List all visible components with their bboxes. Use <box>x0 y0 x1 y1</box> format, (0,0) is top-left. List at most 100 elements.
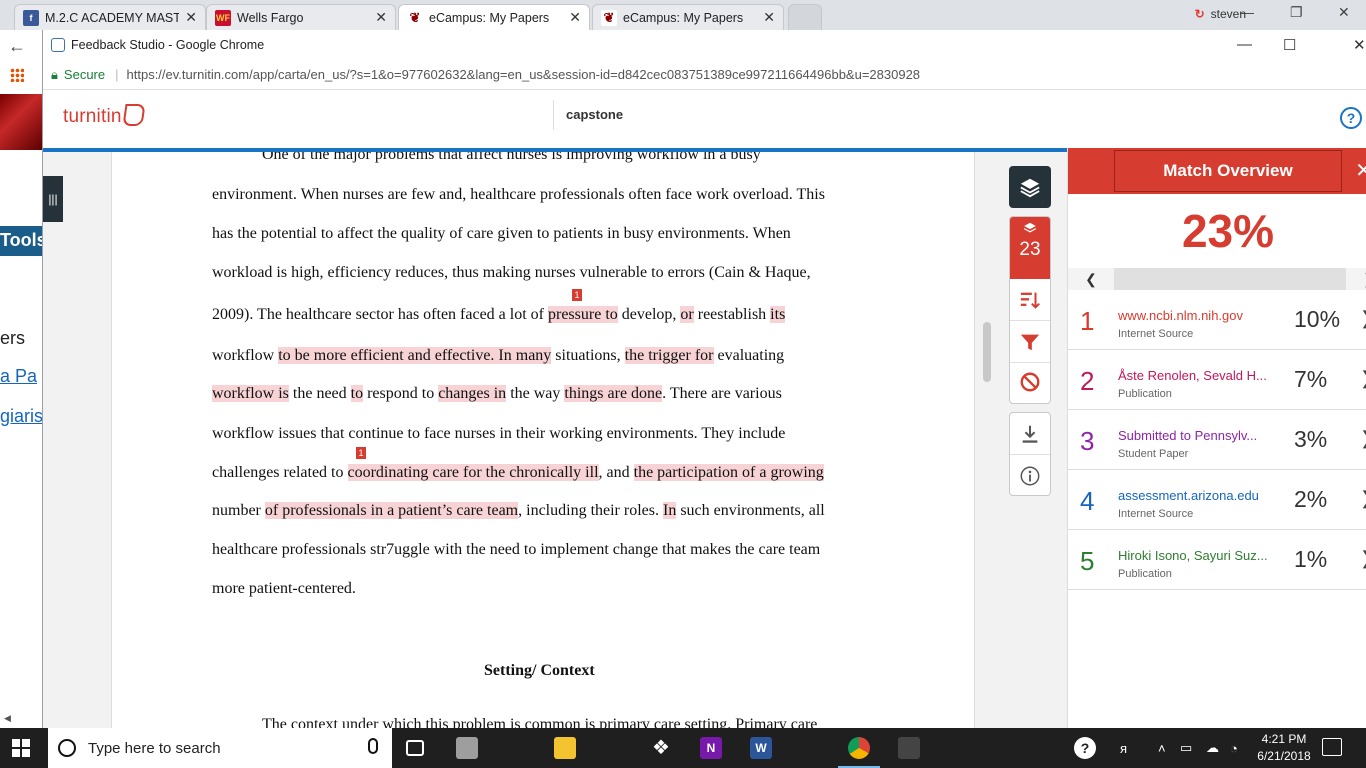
windows-taskbar: Type here to search ❖ N W ? ᴙ ˄ ▭ ☁ ◔ 4:… <box>0 728 1366 768</box>
document-line: healthcare professionals str7uggle with … <box>212 541 821 558</box>
match-highlight[interactable]: coordinating care for the chronically il… <box>347 464 599 481</box>
help-tray-icon[interactable]: ? <box>1074 737 1096 759</box>
tools-header: Tools <box>0 226 42 256</box>
layers-button[interactable] <box>1009 166 1051 208</box>
microphone-icon[interactable] <box>368 738 378 754</box>
apps-grid-icon[interactable] <box>10 68 24 82</box>
match-highlight[interactable]: or <box>680 306 694 323</box>
match-tag[interactable]: 1 <box>356 447 366 459</box>
chevron-right-icon[interactable]: ❯ <box>1360 488 1366 509</box>
app-icon[interactable] <box>898 737 920 759</box>
close-tab-icon[interactable]: ✕ <box>185 9 197 26</box>
address-bar[interactable]: 🔒︎ Secure | https://ev.turnitin.com/app/… <box>43 60 1366 90</box>
help-icon[interactable]: ? <box>1340 107 1362 129</box>
match-highlight[interactable]: the participation of a growing <box>633 464 824 481</box>
file-explorer-icon[interactable] <box>554 737 576 759</box>
match-highlight[interactable]: In <box>662 502 677 519</box>
feedback-studio-icon <box>51 38 65 52</box>
match-item[interactable]: 5 Hiroki Isono, Sayuri Suz... Publicatio… <box>1068 530 1366 590</box>
document-scrollbar[interactable] <box>983 322 991 382</box>
match-highlight[interactable]: pressure to <box>548 306 618 323</box>
profile-chip[interactable]: ↻ steven <box>1195 7 1246 21</box>
chevron-right-icon[interactable]: ❯ <box>1360 428 1366 449</box>
minimize-icon[interactable]: — <box>1240 4 1254 20</box>
close-window-icon[interactable]: ✕ <box>1353 36 1366 54</box>
match-highlight[interactable]: to <box>350 385 364 402</box>
info-button[interactable] <box>1010 455 1050 497</box>
close-panel-icon[interactable]: ✕ <box>1355 158 1366 183</box>
page-link-fragment[interactable]: a Pa <box>0 366 37 387</box>
clock-date: 6/21/2018 <box>1257 749 1311 763</box>
ecampus-icon: ❦ <box>601 9 617 26</box>
chevron-right-icon[interactable]: ❯ <box>1360 368 1366 389</box>
word-icon[interactable]: W <box>750 737 772 759</box>
tab-ecampus-2[interactable]: ❦ eCampus: My Papers ✕ <box>592 4 784 30</box>
match-highlight[interactable]: workflow is <box>212 385 289 402</box>
onedrive-icon[interactable]: ☁ <box>1206 728 1219 768</box>
next-page-icon[interactable]: ❯ <box>1346 268 1366 290</box>
minimize-icon[interactable]: — <box>1237 36 1252 53</box>
onenote-icon[interactable]: N <box>700 737 722 759</box>
match-highlight[interactable]: the trigger for <box>624 347 714 364</box>
taskbar-clock[interactable]: 4:21 PM 6/21/2018 <box>1254 731 1314 765</box>
match-highlight[interactable]: changes in <box>438 385 507 402</box>
show-hidden-icons[interactable]: ˄ <box>1158 728 1166 768</box>
match-overview-title: Match Overview <box>1114 150 1342 192</box>
info-icon <box>1020 466 1040 486</box>
action-center-icon[interactable] <box>1322 738 1342 756</box>
match-overview-panel: Match Overview ✕ 23% ❮ ❯ 1 www.ncbi.nlm.… <box>1067 148 1366 728</box>
match-item[interactable]: 2 Åste Renolen, Sevald H... Publication … <box>1068 350 1366 410</box>
match-item[interactable]: 4 assessment.arizona.edu Internet Source… <box>1068 470 1366 530</box>
page-link-fragment[interactable]: giaris <box>0 406 42 427</box>
tab-wells-fargo[interactable]: WF Wells Fargo ✕ <box>206 4 396 30</box>
battery-icon[interactable]: ▭ <box>1180 728 1192 768</box>
url-text[interactable]: https://ev.turnitin.com/app/carta/en_us/… <box>127 67 921 82</box>
match-count-button[interactable]: 23 <box>1010 217 1050 279</box>
wifi-icon[interactable]: ◔ <box>1230 728 1238 768</box>
back-arrow-icon[interactable]: ← <box>8 36 26 57</box>
exclude-icon <box>1020 372 1040 392</box>
match-source-type: Student Paper <box>1118 448 1189 460</box>
turnitin-logo: turnitin <box>63 104 146 128</box>
restore-icon[interactable]: ❐ <box>1290 4 1303 21</box>
match-source: Åste Renolen, Sevald H... <box>1118 368 1267 383</box>
match-tag[interactable]: 1 <box>572 289 582 301</box>
windows-start-button[interactable] <box>12 739 30 757</box>
tab-m2c-academy[interactable]: f M.2.C ACADEMY MASTER ✕ <box>14 4 206 30</box>
previous-page-icon[interactable]: ❮ <box>1068 268 1114 290</box>
close-tab-icon[interactable]: ✕ <box>375 9 387 26</box>
match-rank: 3 <box>1080 426 1095 456</box>
exclude-sources-button[interactable] <box>1010 361 1050 403</box>
dropbox-icon[interactable]: ❖ <box>650 737 672 759</box>
scroll-left-icon[interactable]: ◀ <box>4 713 11 724</box>
match-source-type: Internet Source <box>1118 508 1194 520</box>
match-highlight[interactable]: to be more efficient and effective. In m… <box>278 347 552 364</box>
sort-matches-button[interactable] <box>1010 279 1050 321</box>
match-highlight[interactable]: of professionals in a patient’s care tea… <box>264 502 519 519</box>
match-count: 23 <box>1019 239 1041 260</box>
match-highlight[interactable]: its <box>770 306 786 323</box>
match-item[interactable]: 3 Submitted to Pennsylv... Student Paper… <box>1068 410 1366 470</box>
match-highlight[interactable]: things are done <box>564 385 663 402</box>
taskbar-search-box[interactable]: Type here to search <box>48 728 392 768</box>
filter-button[interactable] <box>1010 321 1050 363</box>
people-icon[interactable]: ᴙ <box>1120 728 1127 768</box>
chrome-icon[interactable] <box>838 737 880 768</box>
document-viewer[interactable]: ||| One of the major problems that affec… <box>43 152 1067 728</box>
close-tab-icon[interactable]: ✕ <box>763 9 775 26</box>
new-tab-button[interactable] <box>788 4 822 30</box>
collapse-sidebar-handle[interactable]: ||| <box>43 176 63 222</box>
close-window-icon[interactable]: ✕ <box>1338 4 1350 21</box>
search-placeholder: Type here to search <box>88 739 221 757</box>
task-view-icon[interactable] <box>406 740 424 756</box>
maximize-icon[interactable]: ☐ <box>1283 36 1296 54</box>
tab-ecampus-1[interactable]: ❦ eCampus: My Papers ✕ <box>398 4 590 30</box>
match-source-type: Publication <box>1118 388 1172 400</box>
download-button[interactable] <box>1010 413 1050 455</box>
turnitin-header: turnitin capstone ? <box>43 90 1366 148</box>
chevron-right-icon[interactable]: ❯ <box>1360 548 1366 569</box>
chevron-right-icon[interactable]: ❯ <box>1360 308 1366 329</box>
match-item[interactable]: 1 www.ncbi.nlm.nih.gov Internet Source 1… <box>1068 290 1366 350</box>
printer-app-icon[interactable] <box>456 737 478 759</box>
close-tab-icon[interactable]: ✕ <box>569 9 581 26</box>
